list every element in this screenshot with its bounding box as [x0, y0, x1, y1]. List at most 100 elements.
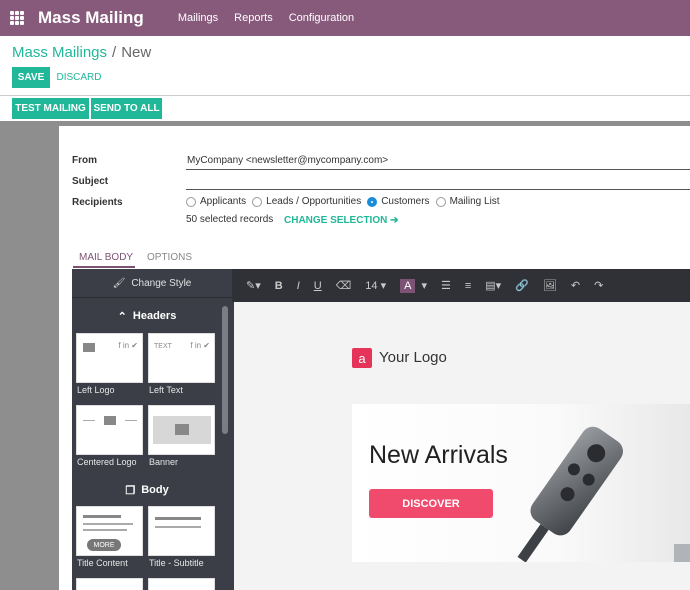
apps-menu-icon[interactable]	[10, 11, 24, 25]
snippet-left-logo[interactable]: f in ✔	[76, 333, 143, 383]
image-placeholder-icon	[104, 416, 116, 425]
snippet-label: Left Logo	[77, 385, 115, 395]
test-mailing-button[interactable]: TEST MAILING	[12, 98, 89, 119]
text-placeholder: TEXT	[154, 343, 172, 350]
breadcrumb-current: New	[121, 44, 152, 61]
magic-wand-icon[interactable]: ✎▾	[246, 279, 261, 292]
bold-icon[interactable]: B	[275, 280, 283, 292]
breadcrumb-separator: /	[112, 44, 117, 61]
snippet-label: Left Text	[149, 385, 183, 395]
snippet-banner[interactable]	[148, 405, 215, 455]
save-button[interactable]: SAVE	[12, 67, 50, 88]
snippet-centered-logo[interactable]	[76, 405, 143, 455]
selected-records-count: 50 selected records	[186, 214, 274, 225]
copy-icon: ❐	[125, 484, 136, 497]
line-decoration	[83, 420, 95, 421]
snippet-partial[interactable]	[148, 578, 215, 590]
line-decoration	[83, 529, 127, 531]
line-decoration	[155, 517, 201, 520]
bullet-list-icon[interactable]: ☰	[441, 279, 451, 292]
change-style-label: Change Style	[131, 277, 192, 289]
radio-customers[interactable]: Customers	[367, 196, 430, 207]
send-to-all-button[interactable]: SEND TO ALL	[91, 98, 162, 119]
change-style-button[interactable]: 🖌 Change Style	[72, 269, 232, 297]
subject-field[interactable]	[186, 189, 690, 190]
breadcrumb: Mass Mailings / New	[12, 44, 151, 61]
image-icon[interactable]: 🖼	[543, 279, 557, 292]
font-color-icon[interactable]: A	[400, 278, 416, 293]
underline-icon[interactable]: U	[314, 280, 322, 292]
radio-label: Leads / Opportunities	[266, 196, 362, 207]
banner-block[interactable]	[352, 404, 690, 562]
top-navbar: Mass Mailing Mailings Reports Configurat…	[0, 0, 690, 36]
snippet-label: Centered Logo	[77, 457, 137, 467]
from-label: From	[72, 155, 97, 166]
social-icons: f in ✔	[190, 341, 210, 350]
social-icons: f in ✔	[118, 341, 138, 350]
snippet-title-subtitle[interactable]	[148, 506, 215, 556]
numbered-list-icon[interactable]: ≡	[465, 280, 471, 292]
menu-item-mailings[interactable]: Mailings	[178, 12, 218, 24]
radio-applicants[interactable]: Applicants	[186, 196, 246, 207]
tab-options[interactable]: OPTIONS	[147, 252, 192, 263]
radio-leads-opportunities[interactable]: Leads / Opportunities	[252, 196, 361, 207]
undo-icon[interactable]: ↶	[571, 279, 580, 292]
snippet-partial[interactable]	[76, 578, 143, 590]
snippets-scrollbar[interactable]	[222, 306, 228, 434]
top-menu: Mailings Reports Configuration	[178, 12, 370, 24]
snippet-title-content[interactable]: MORE	[76, 506, 143, 556]
recipients-label: Recipients	[72, 197, 123, 208]
font-size-value: 14	[365, 280, 378, 292]
headers-label: Headers	[132, 310, 177, 322]
radio-label: Applicants	[200, 196, 247, 207]
more-pill: MORE	[87, 539, 121, 551]
from-field[interactable]: MyCompany <newsletter@mycompany.com>	[187, 155, 388, 166]
banner-title[interactable]: New Arrivals	[369, 441, 508, 470]
body-label: Body	[141, 484, 169, 496]
menu-item-configuration[interactable]: Configuration	[289, 12, 354, 24]
turntable-image	[517, 426, 690, 562]
italic-icon[interactable]: I	[297, 280, 300, 292]
editor-toolbar: ✎▾ B I U ⌫ 14 ▾ A ▾ ☰ ≡ ▤▾ 🔗 🖼 ↶ ↷	[232, 269, 690, 302]
brush-icon: 🖌	[112, 277, 126, 289]
align-icon[interactable]: ▤▾	[485, 279, 501, 292]
link-icon[interactable]: 🔗	[515, 279, 529, 292]
radio-button-icon	[435, 196, 446, 207]
line-decoration	[155, 526, 201, 528]
snippet-label: Banner	[149, 457, 179, 467]
breadcrumb-mass-mailings[interactable]: Mass Mailings	[12, 44, 107, 61]
snippet-label: Title Content	[77, 558, 128, 568]
radio-label: Mailing List	[449, 196, 500, 207]
snippet-label: Title - Subtitle	[149, 558, 204, 568]
chevron-up-icon: ⌃	[117, 310, 127, 323]
header-divider	[0, 95, 690, 96]
line-decoration	[83, 515, 121, 518]
radio-mailing-list[interactable]: Mailing List	[435, 196, 500, 207]
discover-button[interactable]: DISCOVER	[369, 489, 493, 518]
active-tab-indicator	[73, 266, 135, 268]
from-field-underline	[186, 169, 690, 170]
radio-button-icon	[186, 196, 196, 207]
logo-text[interactable]: Your Logo	[379, 349, 447, 366]
discard-button[interactable]: DISCARD	[56, 67, 102, 88]
radio-button-checked-icon	[367, 196, 378, 207]
menu-item-reports[interactable]: Reports	[234, 12, 273, 24]
recipients-radio-group: Applicants Leads / Opportunities Custome…	[186, 196, 506, 207]
radio-button-icon	[252, 196, 263, 207]
color-dropdown-caret-icon[interactable]: ▾	[421, 279, 427, 292]
app-title: Mass Mailing	[38, 8, 144, 27]
headers-section-title: ⌃ Headers	[72, 305, 222, 327]
line-decoration	[125, 420, 137, 421]
eraser-icon[interactable]: ⌫	[336, 279, 352, 292]
radio-label: Customers	[381, 196, 430, 207]
body-section-title: ❐ Body	[72, 479, 222, 501]
redo-icon[interactable]: ↷	[594, 279, 603, 292]
logo-icon: a	[352, 348, 372, 368]
snippet-left-text[interactable]: TEXT f in ✔	[148, 333, 215, 383]
line-decoration	[83, 523, 133, 525]
font-size-dropdown[interactable]: 14 ▾	[365, 279, 386, 292]
change-selection-link[interactable]: CHANGE SELECTION ➔	[284, 215, 399, 226]
subject-label: Subject	[72, 176, 109, 187]
image-placeholder-icon	[83, 343, 95, 352]
tab-mail-body[interactable]: MAIL BODY	[79, 252, 133, 263]
